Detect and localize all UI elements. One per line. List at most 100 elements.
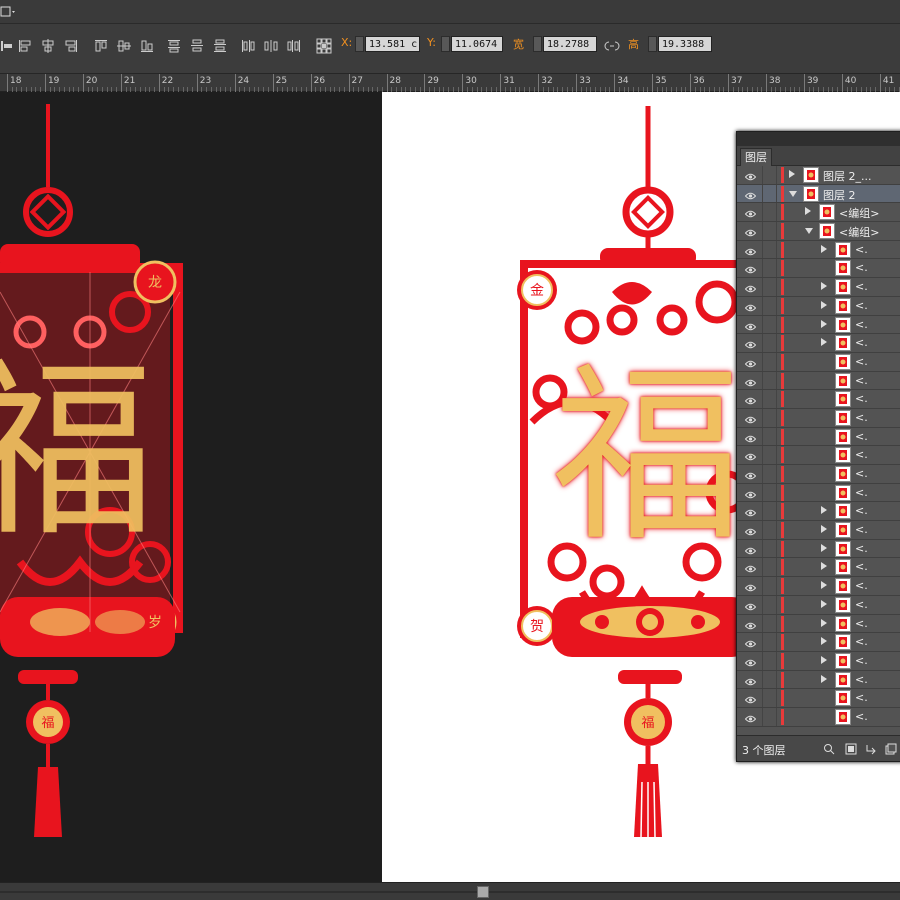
lock-toggle[interactable]: [762, 240, 777, 259]
layer-row[interactable]: <编组>: [737, 203, 900, 223]
layer-name[interactable]: <.: [855, 654, 868, 667]
collapse-triangle-icon[interactable]: [789, 190, 797, 197]
layer-row[interactable]: 图层 2_...: [737, 166, 900, 185]
scrollbar-thumb[interactable]: [477, 886, 489, 898]
layer-name[interactable]: <.: [855, 243, 868, 256]
layer-row[interactable]: <.: [737, 633, 900, 652]
lock-toggle[interactable]: [762, 465, 777, 483]
lock-toggle[interactable]: [762, 184, 777, 203]
lock-toggle[interactable]: [762, 166, 777, 184]
visibility-eye-icon[interactable]: [744, 470, 757, 480]
y-position-input[interactable]: 11.0674: [451, 36, 503, 52]
layer-name[interactable]: <.: [855, 486, 868, 499]
lock-toggle[interactable]: [762, 427, 777, 446]
layer-name[interactable]: <编组>: [839, 205, 879, 221]
layer-row[interactable]: <.: [737, 689, 900, 708]
align-vertical-center-icon[interactable]: [116, 38, 132, 54]
visibility-eye-icon[interactable]: [744, 358, 757, 368]
expand-triangle-icon[interactable]: [821, 599, 827, 608]
visibility-eye-icon[interactable]: [744, 321, 757, 330]
layer-name[interactable]: <.: [855, 318, 868, 331]
visibility-eye-icon[interactable]: [744, 283, 757, 293]
create-sublayer-icon[interactable]: [865, 743, 877, 755]
layer-name[interactable]: <.: [855, 261, 868, 274]
document-arrange-icon[interactable]: [0, 4, 18, 20]
visibility-eye-icon[interactable]: [744, 638, 757, 648]
layer-name[interactable]: <.: [855, 430, 868, 443]
layer-name[interactable]: <.: [855, 673, 868, 686]
layer-name[interactable]: 图层 2_...: [823, 168, 872, 184]
lock-toggle[interactable]: [762, 371, 777, 390]
layer-row[interactable]: <.: [737, 296, 900, 316]
layer-row[interactable]: <.: [737, 315, 900, 335]
layer-name[interactable]: <.: [855, 280, 868, 293]
visibility-eye-icon[interactable]: [744, 676, 757, 685]
layer-row[interactable]: <.: [737, 259, 900, 279]
visibility-eye-icon[interactable]: [744, 526, 757, 536]
lock-toggle[interactable]: [762, 539, 777, 558]
lock-toggle[interactable]: [762, 278, 777, 296]
x-stepper[interactable]: [355, 36, 364, 52]
visibility-eye-icon[interactable]: [744, 694, 757, 704]
x-position-input[interactable]: 13.581 c: [365, 36, 420, 52]
lock-toggle[interactable]: [762, 614, 777, 633]
layer-name[interactable]: <.: [855, 448, 868, 461]
expand-triangle-icon[interactable]: [821, 282, 827, 291]
visibility-eye-icon[interactable]: [744, 563, 757, 573]
lock-toggle[interactable]: [762, 408, 777, 427]
align-vertical-top-icon[interactable]: [93, 38, 109, 54]
layer-name[interactable]: <.: [855, 467, 868, 480]
lock-toggle[interactable]: [762, 521, 777, 539]
expand-triangle-icon[interactable]: [821, 637, 827, 646]
lock-toggle[interactable]: [762, 483, 777, 502]
layer-name[interactable]: <.: [855, 374, 868, 387]
layer-name[interactable]: 图层 2: [823, 187, 856, 203]
layer-name[interactable]: <.: [855, 598, 868, 611]
pasteboard-area[interactable]: 龙 岁 福 福: [0, 92, 382, 882]
layer-row[interactable]: <.: [737, 670, 900, 690]
expand-triangle-icon[interactable]: [821, 244, 827, 253]
height-input[interactable]: 19.3388: [658, 36, 712, 52]
visibility-eye-icon[interactable]: [744, 264, 757, 274]
distribute-right-icon[interactable]: [286, 38, 302, 54]
layer-name[interactable]: <.: [855, 542, 868, 555]
lock-toggle[interactable]: [762, 390, 777, 408]
expand-triangle-icon[interactable]: [821, 581, 827, 590]
width-input[interactable]: 18.2788: [543, 36, 597, 52]
layer-name[interactable]: <.: [855, 336, 868, 349]
lock-toggle[interactable]: [762, 577, 777, 595]
expand-triangle-icon[interactable]: [821, 300, 827, 309]
layer-name[interactable]: <.: [855, 504, 868, 517]
create-new-layer-icon[interactable]: [885, 743, 897, 755]
layer-row[interactable]: <.: [737, 707, 900, 727]
visibility-eye-icon[interactable]: [744, 302, 757, 312]
layer-row[interactable]: <.: [737, 502, 900, 522]
visibility-eye-icon[interactable]: [744, 227, 757, 237]
locate-object-icon[interactable]: [823, 743, 835, 755]
layer-row[interactable]: <.: [737, 446, 900, 465]
lock-toggle[interactable]: [762, 689, 777, 707]
layer-name[interactable]: <.: [855, 523, 868, 536]
layer-row[interactable]: <.: [737, 483, 900, 503]
layer-name[interactable]: <.: [855, 710, 868, 723]
layer-row[interactable]: <.: [737, 352, 900, 372]
distribute-bottom-icon[interactable]: [212, 38, 228, 54]
layer-name[interactable]: <.: [855, 355, 868, 368]
layer-name[interactable]: <.: [855, 392, 868, 405]
lock-toggle[interactable]: [762, 259, 777, 278]
visibility-eye-icon[interactable]: [744, 395, 757, 405]
visibility-eye-icon[interactable]: [744, 377, 757, 386]
lock-toggle[interactable]: [762, 352, 777, 371]
layer-row[interactable]: <.: [737, 651, 900, 671]
expand-triangle-icon[interactable]: [821, 506, 827, 515]
width-stepper[interactable]: [533, 36, 542, 52]
layer-row[interactable]: 图层 2: [737, 184, 900, 204]
visibility-eye-icon[interactable]: [744, 451, 757, 461]
align-horizontal-right-icon[interactable]: [63, 38, 79, 54]
lock-toggle[interactable]: [762, 315, 777, 334]
visibility-eye-icon[interactable]: [744, 582, 757, 592]
tab-layers[interactable]: 图层: [740, 148, 772, 166]
visibility-eye-icon[interactable]: [744, 713, 757, 723]
expand-triangle-icon[interactable]: [821, 543, 827, 552]
visibility-eye-icon[interactable]: [744, 246, 757, 255]
